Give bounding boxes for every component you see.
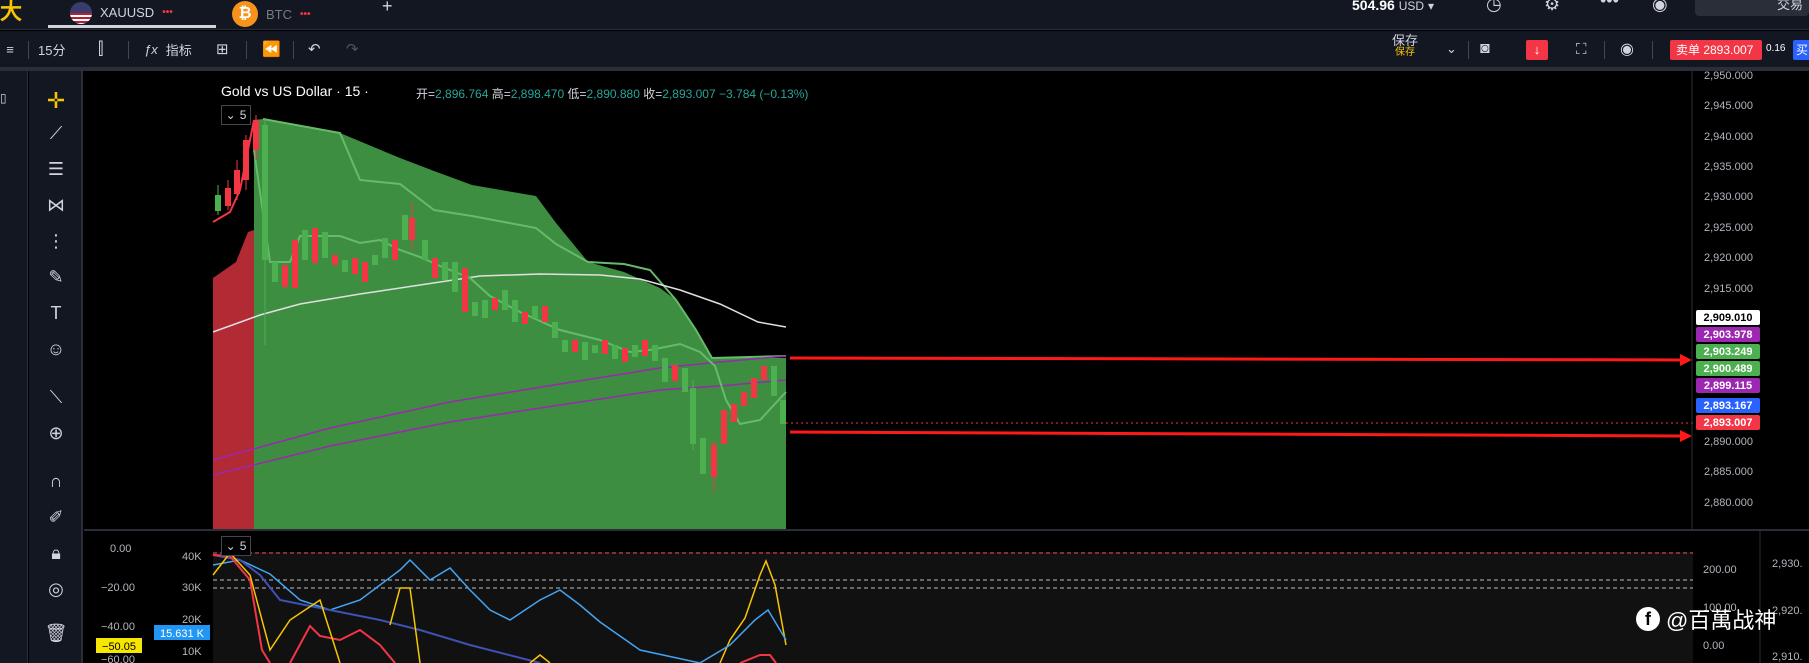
watermark: f @百萬战神 [1636,603,1776,635]
indicator-count: 5 [239,539,247,553]
watermark-text: @百萬战神 [1666,608,1777,633]
price-tick: 2,890.000 [1704,436,1753,448]
open-label: 开= [416,87,436,101]
close-value: 2,893.007 [662,87,716,101]
price-badge: 2,909.010 [1704,312,1753,324]
price-badge: 2,893.167 [1704,400,1753,412]
price-tick: 2,935.000 [1704,161,1753,173]
vol-tick: 10K [182,646,202,658]
symbol-title[interactable]: Gold vs US Dollar · 15 · [221,83,369,99]
oscillator-pane [213,552,1693,663]
ohlc-readout: 开=2,896.764 高=2,898.470 低=2,890.880 收=2,… [416,85,808,102]
osc-tick: 0.00 [110,543,131,555]
far-right-axis: 2,930. 2,920. 2,910. [1772,558,1803,663]
vol-tick: 20K [182,614,202,626]
high-label: 高= [491,87,511,101]
ichimoku-cloud [254,119,786,531]
far-right-tick: 2,910. [1772,651,1803,663]
high-value: 2,898.470 [510,87,565,101]
facebook-icon: f [1636,607,1660,631]
vol-tick: 40K [182,551,202,563]
chevron-down-icon: ⌄ [225,539,236,553]
red-arrow-upper [789,354,1692,366]
low-value: 2,890.880 [586,87,640,101]
price-badge: 2,893.007 [1704,417,1753,429]
osc-right-tick: 0.00 [1703,640,1724,652]
price-badge: 2,900.489 [1704,363,1753,375]
volume-axis: 40K 30K 20K 10K [182,551,202,658]
red-cloud [213,230,254,531]
indicator-count: 5 [239,108,247,122]
vol-tick: 30K [182,582,202,594]
price-tick: 2,920.000 [1704,252,1753,264]
price-chart[interactable]: 2,950.000 2,945.000 2,940.000 2,935.000 … [0,0,1809,663]
osc-tick: −20.00 [101,582,135,594]
osc-tick: −40.00 [101,621,135,633]
open-value: 2,896.764 [435,87,489,101]
close-label: 收= [643,87,663,101]
price-tick: 2,925.000 [1704,222,1753,234]
price-axis[interactable]: 2,950.000 2,945.000 2,940.000 2,935.000 … [1704,70,1753,509]
price-tick: 2,930.000 [1704,191,1753,203]
osc-tick: −60.00 [101,654,135,663]
price-tick: 2,940.000 [1704,131,1753,143]
price-badge: 2,903.249 [1704,346,1753,358]
red-arrow-lower [789,430,1692,442]
far-right-tick: 2,920. [1772,605,1803,617]
sub-indicators-collapse-button[interactable]: ⌄ 5 [221,536,251,556]
low-label: 低= [567,87,587,101]
price-tick: 2,880.000 [1704,497,1753,509]
osc-right-tick: 200.00 [1703,564,1737,576]
change-value: −3.784 (−0.13%) [719,87,809,101]
indicators-collapse-button[interactable]: ⌄ 5 [221,105,251,125]
price-badge: 2,903.978 [1704,329,1753,341]
vol-value-badge: 15.631 K [160,628,205,640]
far-right-tick: 2,930. [1772,558,1803,570]
price-tick: 2,915.000 [1704,283,1753,295]
osc-value-badge: −50.05 [102,641,136,653]
price-tick: 2,885.000 [1704,466,1753,478]
price-tick: 2,945.000 [1704,100,1753,112]
price-badge: 2,899.115 [1704,380,1752,392]
price-tick: 2,950.000 [1704,70,1753,82]
price-badges: 2,909.010 2,903.978 2,903.249 2,900.489 … [1696,310,1760,430]
chevron-down-icon: ⌄ [225,108,236,122]
